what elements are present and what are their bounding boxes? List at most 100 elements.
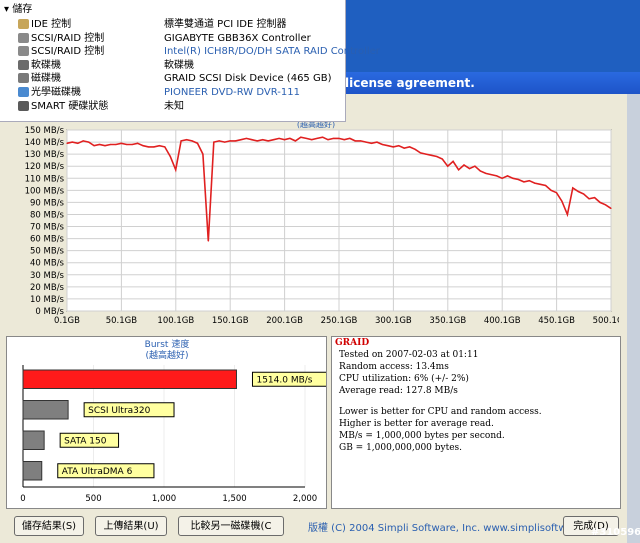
device-tree-header[interactable]: ▾ 儲存 bbox=[4, 3, 32, 17]
data-point bbox=[283, 139, 286, 141]
device-type-label: SMART 硬碟狀態 bbox=[31, 100, 109, 112]
compare-drive-button[interactable]: 比較另一磁碟機(C bbox=[178, 516, 284, 536]
data-point bbox=[218, 140, 220, 142]
burst-speed-panel: Burst 速度 (越高越好) 0 500 1,000 1,500 2,000 1514.… bbox=[6, 336, 331, 509]
data-point bbox=[71, 141, 73, 143]
results-tested: Tested on 2007-02-03 at 01:11 bbox=[339, 350, 479, 360]
data-point bbox=[409, 146, 411, 148]
data-point bbox=[294, 140, 296, 142]
device-type-label: SCSI/RAID 控制 bbox=[31, 32, 105, 44]
device-row[interactable]: IDE 控制 標準雙通道 PCI IDE 控制器 bbox=[0, 18, 345, 31]
data-point bbox=[534, 182, 536, 184]
data-point bbox=[479, 170, 481, 172]
data-point bbox=[398, 145, 400, 147]
data-point bbox=[490, 174, 492, 176]
y-tick-label: 20 MB/s bbox=[30, 283, 65, 293]
collapse-arrow-icon[interactable]: ▾ bbox=[4, 4, 9, 15]
data-point bbox=[496, 175, 498, 177]
burst-bar bbox=[22, 461, 43, 481]
data-point bbox=[262, 139, 264, 141]
storage-category-label: 儲存 bbox=[12, 4, 33, 15]
data-point bbox=[430, 154, 432, 156]
data-point bbox=[316, 137, 318, 140]
y-tick-label: 60 MB/s bbox=[30, 235, 65, 245]
burst-x-tick: 0 bbox=[20, 494, 25, 504]
data-point bbox=[485, 172, 487, 175]
data-point bbox=[104, 145, 106, 147]
upload-results-button[interactable]: 上傳結果(U) bbox=[95, 516, 167, 536]
results-average-read: Average read: 127.8 MB/s bbox=[339, 386, 458, 396]
data-point bbox=[561, 200, 563, 202]
device-value: PIONEER DVD-RW DVR-111 bbox=[164, 87, 300, 98]
data-point bbox=[463, 164, 465, 166]
data-point bbox=[115, 143, 117, 146]
device-row[interactable]: SMART 硬碟狀態 未知 bbox=[0, 100, 345, 113]
burst-bar bbox=[22, 400, 69, 420]
data-point bbox=[213, 141, 215, 143]
device-row[interactable]: 軟碟機 軟碟機 bbox=[0, 59, 345, 72]
data-point bbox=[360, 140, 362, 142]
results-note: Higher is better for average read. bbox=[339, 419, 494, 429]
data-point bbox=[523, 181, 525, 183]
data-point bbox=[441, 158, 443, 160]
data-point bbox=[207, 240, 209, 242]
data-point bbox=[545, 184, 547, 187]
data-point bbox=[572, 187, 574, 189]
data-point bbox=[468, 168, 471, 170]
x-tick-label: 500.1GB bbox=[593, 316, 619, 326]
data-point bbox=[137, 142, 139, 144]
x-tick-label: 0.1GB bbox=[54, 316, 80, 326]
data-point bbox=[550, 189, 552, 191]
data-point bbox=[196, 142, 199, 144]
transfer-rate-chart-panel: (越高越好) 150 MB/s 140 MB/s 130 MB/s 120 MB/s 1… bbox=[4, 119, 630, 330]
chart-title: (越高越好) bbox=[297, 121, 335, 129]
x-tick-label: 50.1GB bbox=[106, 316, 138, 326]
device-value: GRAID SCSI Disk Device (465 GB) bbox=[164, 73, 332, 85]
burst-x-tick: 2,000 bbox=[293, 494, 317, 504]
device-type-label: IDE 控制 bbox=[31, 19, 72, 30]
device-row[interactable]: 光學磁碟機 PIONEER DVD-RW DVR-111 bbox=[0, 86, 345, 99]
burst-x-tick: 500 bbox=[85, 494, 101, 504]
y-tick-label: 100 MB/s bbox=[25, 186, 65, 196]
data-point bbox=[517, 178, 520, 181]
data-point bbox=[447, 165, 449, 167]
device-value: Intel(R) ICH8R/DO/DH SATA RAID Controlle… bbox=[164, 46, 380, 58]
data-point bbox=[506, 175, 509, 177]
burst-speed-chart: Burst 速度 (越高越好) 0 500 1,000 1,500 2,000 1514.… bbox=[20, 338, 331, 504]
data-point bbox=[604, 204, 607, 206]
data-point bbox=[327, 139, 329, 141]
device-row[interactable]: 磁碟機 GRAID SCSI Disk Device (465 GB) bbox=[0, 72, 345, 85]
burst-bar bbox=[22, 430, 45, 450]
save-results-button[interactable]: 儲存結果(S) bbox=[14, 516, 84, 536]
device-row[interactable]: SCSI/RAID 控制 GIGABYTE GBB36X Controller bbox=[0, 32, 345, 45]
data-point bbox=[593, 196, 596, 199]
window-title-bar[interactable]: license agreement. bbox=[337, 72, 640, 94]
device-row[interactable]: SCSI/RAID 控制 Intel(R) ICH8R/DO/DH SATA RA… bbox=[0, 45, 380, 58]
data-point bbox=[147, 146, 150, 148]
x-tick-label: 100.1GB bbox=[157, 316, 194, 326]
x-tick-label: 150.1GB bbox=[212, 316, 249, 326]
data-point bbox=[175, 169, 177, 171]
data-point bbox=[501, 177, 503, 179]
data-point bbox=[376, 141, 378, 143]
transfer-rate-chart: (越高越好) 150 MB/s 140 MB/s 130 MB/s 120 MB/s 1… bbox=[25, 119, 630, 326]
x-tick-label: 350.1GB bbox=[429, 316, 466, 326]
data-point bbox=[387, 145, 389, 147]
data-point bbox=[343, 139, 345, 141]
data-point bbox=[392, 146, 394, 148]
burst-x-tick: 1,500 bbox=[222, 494, 246, 504]
data-point bbox=[436, 155, 438, 158]
data-point bbox=[452, 160, 454, 162]
y-tick-label: 50 MB/s bbox=[30, 247, 65, 257]
data-point bbox=[577, 190, 579, 193]
y-tick-label: 150 MB/s bbox=[25, 126, 65, 136]
data-point bbox=[234, 140, 237, 142]
device-value: 軟碟機 bbox=[164, 59, 194, 71]
data-point bbox=[419, 152, 422, 154]
x-tick-label: 300.1GB bbox=[375, 316, 412, 326]
data-point bbox=[457, 169, 460, 171]
data-point bbox=[77, 142, 79, 144]
data-point bbox=[256, 140, 258, 142]
data-point bbox=[610, 207, 612, 210]
data-point bbox=[191, 140, 193, 142]
